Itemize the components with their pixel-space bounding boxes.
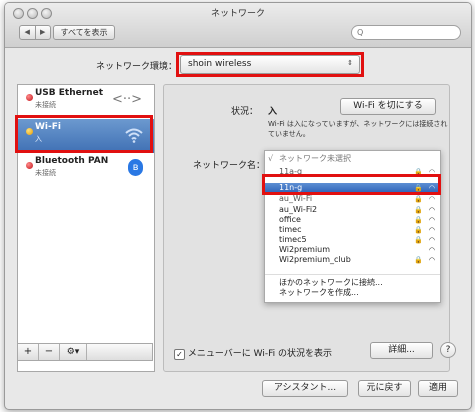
search-field[interactable]: Q [351,25,461,40]
highlight-location [176,52,364,77]
title-bar: ネットワーク ◀ ▶ すべてを表示 Q [5,3,471,48]
status-dot-red [26,162,33,169]
help-button[interactable]: ? [440,342,456,358]
no-network-item[interactable]: √ ネットワーク未選択 [265,154,440,164]
network-name-label: ネットワーク名： [193,161,266,171]
revert-button[interactable]: 元に戻す [358,380,411,397]
turn-wifi-off-button[interactable]: Wi-Fi を切にする [340,98,436,115]
ethernet-arrows-icon: <··> [111,92,142,107]
status-label: 状況： [231,107,259,117]
service-name: Bluetooth PAN [35,156,109,166]
lock-icon: 🔒 [414,226,423,234]
wifi-signal-icon: ◠ [428,206,435,214]
wifi-signal-icon: ◠ [428,246,435,254]
wifi-signal-icon: ◠ [428,236,435,244]
lock-icon: 🔒 [414,216,423,224]
wifi-signal-icon: ◠ [428,256,435,264]
lock-icon: 🔒 [414,236,423,244]
wifi-signal-icon: ◠ [428,216,435,224]
highlight-selected-network [262,174,441,195]
remove-service-button[interactable]: − [39,344,60,360]
status-value: 入 [268,107,278,117]
service-bluetooth-pan[interactable]: Bluetooth PAN 未接続 ʙ [18,153,154,187]
wifi-signal-icon: ◠ [428,195,435,203]
network-item[interactable]: Wi2premium_club 🔒 ◠ [265,255,440,265]
back-arrow-icon[interactable]: ◀ [20,26,35,39]
forward-arrow-icon[interactable]: ▶ [34,26,51,39]
service-name: USB Ethernet [35,88,103,98]
show-wifi-status-checkbox[interactable]: ✓ メニューバーに Wi-Fi の状況を表示 [174,346,332,360]
network-item[interactable]: timec5 🔒 ◠ [265,235,440,245]
status-dot-red [26,94,33,101]
network-item[interactable]: office 🔒 ◠ [265,215,440,225]
wifi-signal-icon: ◠ [428,226,435,234]
location-label: ネットワーク環境： [96,62,178,72]
add-service-button[interactable]: + [18,344,39,360]
bluetooth-icon: ʙ [128,159,143,176]
window-title: ネットワーク [210,9,265,19]
checkbox-checkmark-icon[interactable]: ✓ [174,349,185,360]
gear-menu-button[interactable]: ⚙▾ [60,344,87,360]
advanced-button[interactable]: 詳細... [370,342,433,359]
assistant-button[interactable]: アシスタント... [262,380,348,397]
menu-separator [265,274,440,275]
network-item[interactable]: timec 🔒 ◠ [265,225,440,235]
show-all-button[interactable]: すべてを表示 [53,25,115,40]
show-wifi-status-label: メニューバーに Wi-Fi の状況を表示 [187,349,332,359]
checkmark-icon: √ [268,154,274,163]
create-network-item[interactable]: ネットワークを作成... [265,288,440,298]
status-description: Wi-Fi は入になっていますが、ネットワークには接続されていません。 [268,120,448,138]
back-forward-control[interactable]: ◀ ▶ [19,25,51,40]
apply-button[interactable]: 適用 [418,380,458,397]
lock-icon: 🔒 [414,195,423,203]
network-name-popup[interactable]: √ ネットワーク未選択 11a-g 🔒 ◠ 11n-g 🔒 ◠ au_Wi-Fi… [264,150,441,303]
network-item[interactable]: au_Wi-Fi 🔒 ◠ [265,194,440,204]
join-other-network-item[interactable]: ほかのネットワークに接続... [265,278,440,288]
service-list-controls: + − ⚙▾ [17,343,153,361]
search-icon: Q [357,28,364,37]
lock-icon: 🔒 [414,256,423,264]
network-item[interactable]: Wi2premium ◠ [265,245,440,255]
service-status: 未接続 [35,169,56,177]
service-status: 未接続 [35,101,56,109]
lock-icon: 🔒 [414,206,423,214]
highlight-wifi-service [15,115,153,153]
network-item[interactable]: au_Wi-Fi2 🔒 ◠ [265,205,440,215]
service-usb-ethernet[interactable]: USB Ethernet 未接続 <··> [18,85,154,119]
